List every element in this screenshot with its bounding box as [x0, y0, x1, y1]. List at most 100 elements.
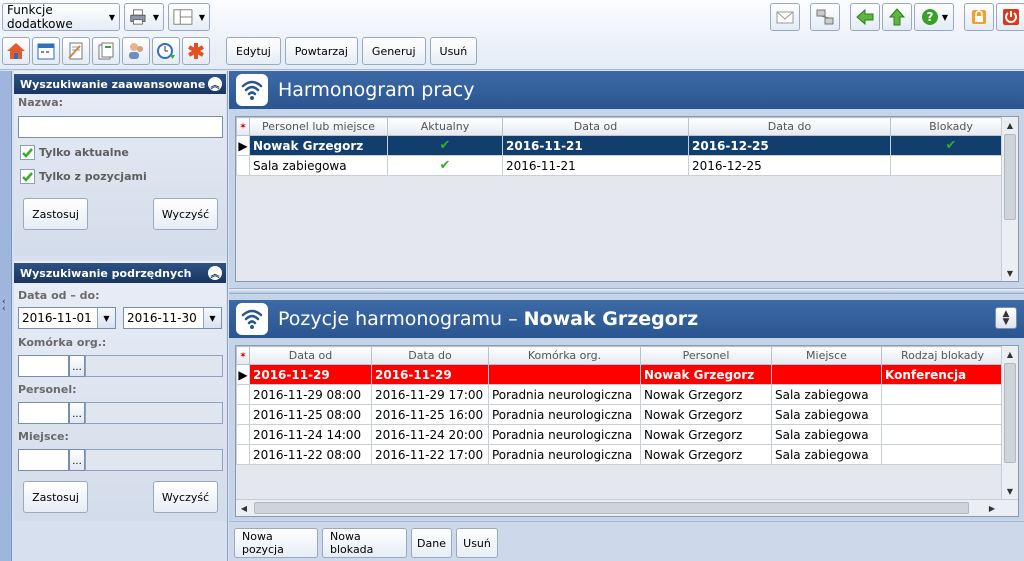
- home-button[interactable]: [2, 37, 30, 65]
- scroll-thumb[interactable]: [1004, 363, 1016, 463]
- scroll-up-icon[interactable]: ▲: [1002, 117, 1018, 133]
- sub-search-header[interactable]: Wyszukiwanie podrzędnych ︽: [14, 263, 226, 283]
- delete-button[interactable]: Usuń: [429, 37, 478, 65]
- delete-position-button[interactable]: Usuń: [456, 528, 498, 558]
- table-row[interactable]: 2016-11-22 08:00 2016-11-22 17:00 Poradn…: [236, 444, 1004, 465]
- help-button[interactable]: ? ▼: [914, 3, 954, 31]
- table-row[interactable]: Sala zabiegowa ✔ 2016-11-21 2016-12-25: [236, 155, 1012, 176]
- extra-functions-dropdown[interactable]: Funkcje dodatkowe ▼: [2, 3, 120, 31]
- row-indicator: [236, 155, 250, 176]
- scroll-up-icon[interactable]: ▲: [1002, 346, 1018, 362]
- table-cell: Poradnia neurologiczna: [488, 384, 641, 405]
- advanced-clear-button[interactable]: Wyczyść: [153, 198, 218, 230]
- column-header[interactable]: Personel lub miejsce: [249, 117, 388, 136]
- people-button[interactable]: [122, 37, 150, 65]
- table-row[interactable]: 2016-11-25 08:00 2016-11-25 16:00 Poradn…: [236, 404, 1004, 425]
- only-with-items-checkbox[interactable]: Tylko z pozycjami: [20, 169, 147, 184]
- sub-apply-button[interactable]: Zastosuj: [23, 481, 88, 513]
- date-to-picker[interactable]: 2016-11-30 ▼: [123, 307, 222, 329]
- notes-button[interactable]: [62, 37, 90, 65]
- scroll-down-icon[interactable]: ▼: [1002, 265, 1018, 281]
- sub-clear-button[interactable]: Wyczyść: [153, 481, 218, 513]
- place-input[interactable]: [18, 449, 69, 471]
- calendar-icon: [37, 43, 55, 60]
- up-button[interactable]: [882, 3, 912, 31]
- table-cell: 2016-12-25: [688, 155, 891, 176]
- only-current-checkbox[interactable]: Tylko aktualne: [20, 145, 129, 160]
- documents-button[interactable]: [92, 37, 120, 65]
- network-button[interactable]: [810, 3, 840, 31]
- table-cell: 2016-11-22 08:00: [249, 444, 372, 465]
- place-lookup[interactable]: ...: [18, 449, 223, 471]
- new-block-button[interactable]: Nowa blokada: [322, 528, 407, 558]
- advanced-search-header[interactable]: Wyszukiwanie zaawansowane ︽: [14, 74, 226, 94]
- layout-dropdown[interactable]: ▼: [168, 3, 210, 31]
- scroll-thumb[interactable]: [1004, 134, 1016, 220]
- table-row[interactable]: 2016-11-29 08:00 2016-11-29 17:00 Poradn…: [236, 384, 1004, 405]
- org-unit-input[interactable]: [18, 355, 69, 377]
- column-header[interactable]: Data do: [371, 346, 489, 365]
- collapse-icon[interactable]: ︽: [208, 266, 222, 280]
- sort-arrows-icon[interactable]: ▲ ▼: [995, 307, 1017, 329]
- table-row[interactable]: ▶ Nowak Grzegorz ✔ 2016-11-21 2016-12-25…: [236, 135, 1012, 156]
- date-from-value: 2016-11-01: [22, 311, 92, 325]
- schedule-vertical-scrollbar[interactable]: ▲ ▼: [1001, 117, 1018, 281]
- print-dropdown[interactable]: ▼: [124, 3, 164, 31]
- data-button[interactable]: Dane: [411, 528, 452, 558]
- table-cell: Sala zabiegowa: [249, 155, 388, 176]
- column-header[interactable]: Data do: [688, 117, 891, 136]
- staff-input[interactable]: [18, 402, 69, 424]
- new-position-button[interactable]: Nowa pozycja: [234, 528, 318, 558]
- column-header[interactable]: Data od: [249, 346, 372, 365]
- checkbox-box[interactable]: [20, 145, 35, 160]
- ellipsis-icon[interactable]: ...: [69, 355, 85, 377]
- positions-vertical-scrollbar[interactable]: ▲ ▼: [1001, 346, 1018, 499]
- date-from-picker[interactable]: 2016-11-01 ▼: [18, 307, 116, 329]
- ellipsis-icon[interactable]: ...: [69, 402, 85, 424]
- table-cell: Nowak Grzegorz: [640, 444, 772, 465]
- scroll-thumb[interactable]: [254, 502, 969, 514]
- column-header[interactable]: Miejsce: [771, 346, 882, 365]
- chevron-down-icon[interactable]: ▼: [203, 308, 221, 328]
- table-row[interactable]: ▶ 2016-11-29 2016-11-29 Nowak Grzegorz K…: [236, 364, 1004, 385]
- scroll-down-icon[interactable]: ▼: [1002, 483, 1018, 499]
- chevron-down-icon[interactable]: ▼: [97, 308, 115, 328]
- panel-splitter[interactable]: [229, 288, 1024, 294]
- column-header[interactable]: Blokady: [890, 117, 1012, 136]
- staff-lookup[interactable]: ...: [18, 402, 223, 424]
- collapse-strip[interactable]: ‹ ‹: [0, 71, 12, 561]
- advanced-apply-button[interactable]: Zastosuj: [23, 198, 88, 230]
- ellipsis-icon[interactable]: ...: [69, 449, 85, 471]
- repeat-button[interactable]: Powtarzaj: [284, 37, 358, 65]
- power-button[interactable]: [996, 3, 1024, 31]
- table-cell: ✔: [890, 135, 1012, 156]
- edit-button[interactable]: Edytuj: [226, 37, 281, 65]
- name-input[interactable]: [18, 116, 223, 138]
- org-unit-lookup[interactable]: ...: [18, 355, 223, 377]
- medical-button[interactable]: [182, 37, 210, 65]
- calendar-button[interactable]: [32, 37, 60, 65]
- lock-button[interactable]: [964, 3, 994, 31]
- scroll-right-icon[interactable]: ▶: [984, 500, 1000, 516]
- schedule-button[interactable]: [152, 37, 180, 65]
- table-row[interactable]: 2016-11-24 14:00 2016-11-24 20:00 Poradn…: [236, 424, 1004, 445]
- svg-text:?: ?: [926, 10, 933, 24]
- mail-button[interactable]: [770, 3, 800, 31]
- table-cell: 2016-11-24 14:00: [249, 424, 372, 445]
- generate-button[interactable]: Generuj: [361, 37, 426, 65]
- column-header[interactable]: Data od: [502, 117, 689, 136]
- column-header[interactable]: Personel: [640, 346, 772, 365]
- positions-table: ✶ Data od Data do Komórka org. Personel …: [236, 346, 1004, 465]
- column-header[interactable]: Rodzaj blokady: [881, 346, 1004, 365]
- layout-icon: [173, 9, 193, 25]
- org-unit-label: Komórka org.:: [18, 336, 107, 349]
- back-button[interactable]: [850, 3, 880, 31]
- collapse-icon[interactable]: ︽: [208, 77, 222, 91]
- scroll-left-icon[interactable]: ◀: [236, 500, 252, 516]
- column-header[interactable]: Aktualny: [387, 117, 503, 136]
- row-indicator: [236, 384, 250, 405]
- table-cell: Nowak Grzegorz: [249, 135, 388, 156]
- checkbox-box[interactable]: [20, 169, 35, 184]
- column-header[interactable]: Komórka org.: [488, 346, 641, 365]
- positions-horizontal-scrollbar[interactable]: ◀ ▶: [236, 499, 1018, 516]
